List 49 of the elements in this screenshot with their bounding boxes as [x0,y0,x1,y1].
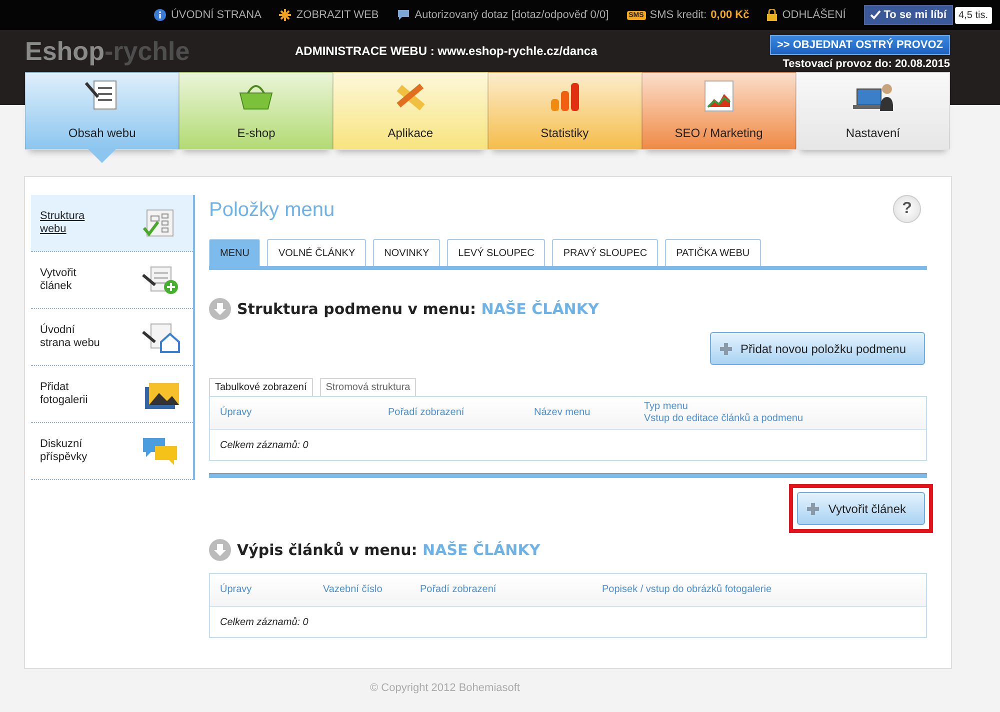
lock-icon [767,9,778,21]
column-header: Název menu [534,407,592,419]
nav-tile[interactable]: Aplikace [333,72,488,150]
column-header: Úpravy [220,407,253,419]
sms-credit-value: 0,00 Kč [710,9,750,21]
top-link[interactable]: Autorizovaný dotaz [dotaz/odpověď 0/0] [396,9,609,21]
check-icon [870,10,881,20]
column-header: Typ menu Vstup do editace článků a podmenu [644,401,804,425]
view-tab[interactable]: Stromová struktura [320,378,416,396]
trial-text: Testovací provoz do: 20.08.2015 [782,58,950,70]
tab[interactable]: NOVINKY [373,239,440,266]
total-records: Celkem záznamů: 0 [220,440,308,450]
tab[interactable]: VOLNÉ ČLÁNKY [267,239,366,266]
section-heading: Struktura podmenu v menu: NAŠE ČLÁNKY [237,300,599,318]
plus-icon [806,502,820,516]
logout-link[interactable]: ODHLÁŠENÍ [767,9,846,21]
nav-tile[interactable]: SEO / Marketing [642,72,796,150]
tab[interactable]: PATIČKA WEBU [665,239,761,266]
info-icon [154,9,166,21]
order-button[interactable]: >> OBJEDNAT OSTRÝ PROVOZ [770,35,950,55]
add-button[interactable]: Vytvořit článek [797,492,925,525]
add-button[interactable]: Přidat novou položku podmenu [710,332,925,365]
nav-tile[interactable]: Nastavení [796,72,950,150]
admin-title: ADMINISTRACE WEBU : www.eshop-rychle.cz/danca [295,44,598,58]
like-button[interactable]: To se mi líbí [864,5,953,25]
column-header: Vazební číslo [323,584,384,596]
section-heading: Výpis článků v menu: NAŠE ČLÁNKY [237,541,540,559]
column-header: Úpravy [220,584,253,596]
sms-credit-label: SMS kredit: [650,9,707,21]
chat-icon [396,9,410,21]
nav-tile[interactable]: Statistiky [488,72,642,150]
page-title: Položky menu [209,198,335,222]
top-link[interactable]: ÚVODNÍ STRANA [154,9,262,21]
tab[interactable]: LEVÝ SLOUPEC [447,239,546,266]
nav-tile[interactable]: E-shop [179,72,334,150]
copyright-text: © Copyright 2012 Bohemiasoft [370,682,520,694]
sidebar-item[interactable]: Struktura webu [31,195,193,252]
tab[interactable]: MENU [209,239,260,266]
column-header: Pořadí zobrazení [388,407,466,419]
column-header: Popisek / vstup do obrázků fotogalerie [602,584,773,596]
top-link[interactable]: ZOBRAZIT WEB [279,9,379,21]
total-records: Celkem záznamů: 0 [220,616,308,628]
view-tab[interactable]: Tabulkové zobrazení [209,378,313,396]
tab[interactable]: PRAVÝ SLOUPEC [552,239,658,266]
column-header: Pořadí zobrazení [420,584,498,596]
help-button[interactable]: ? [893,195,921,223]
like-count: 4,5 tis. [954,6,992,24]
plus-icon [718,342,733,356]
asterisk-icon [279,9,292,21]
